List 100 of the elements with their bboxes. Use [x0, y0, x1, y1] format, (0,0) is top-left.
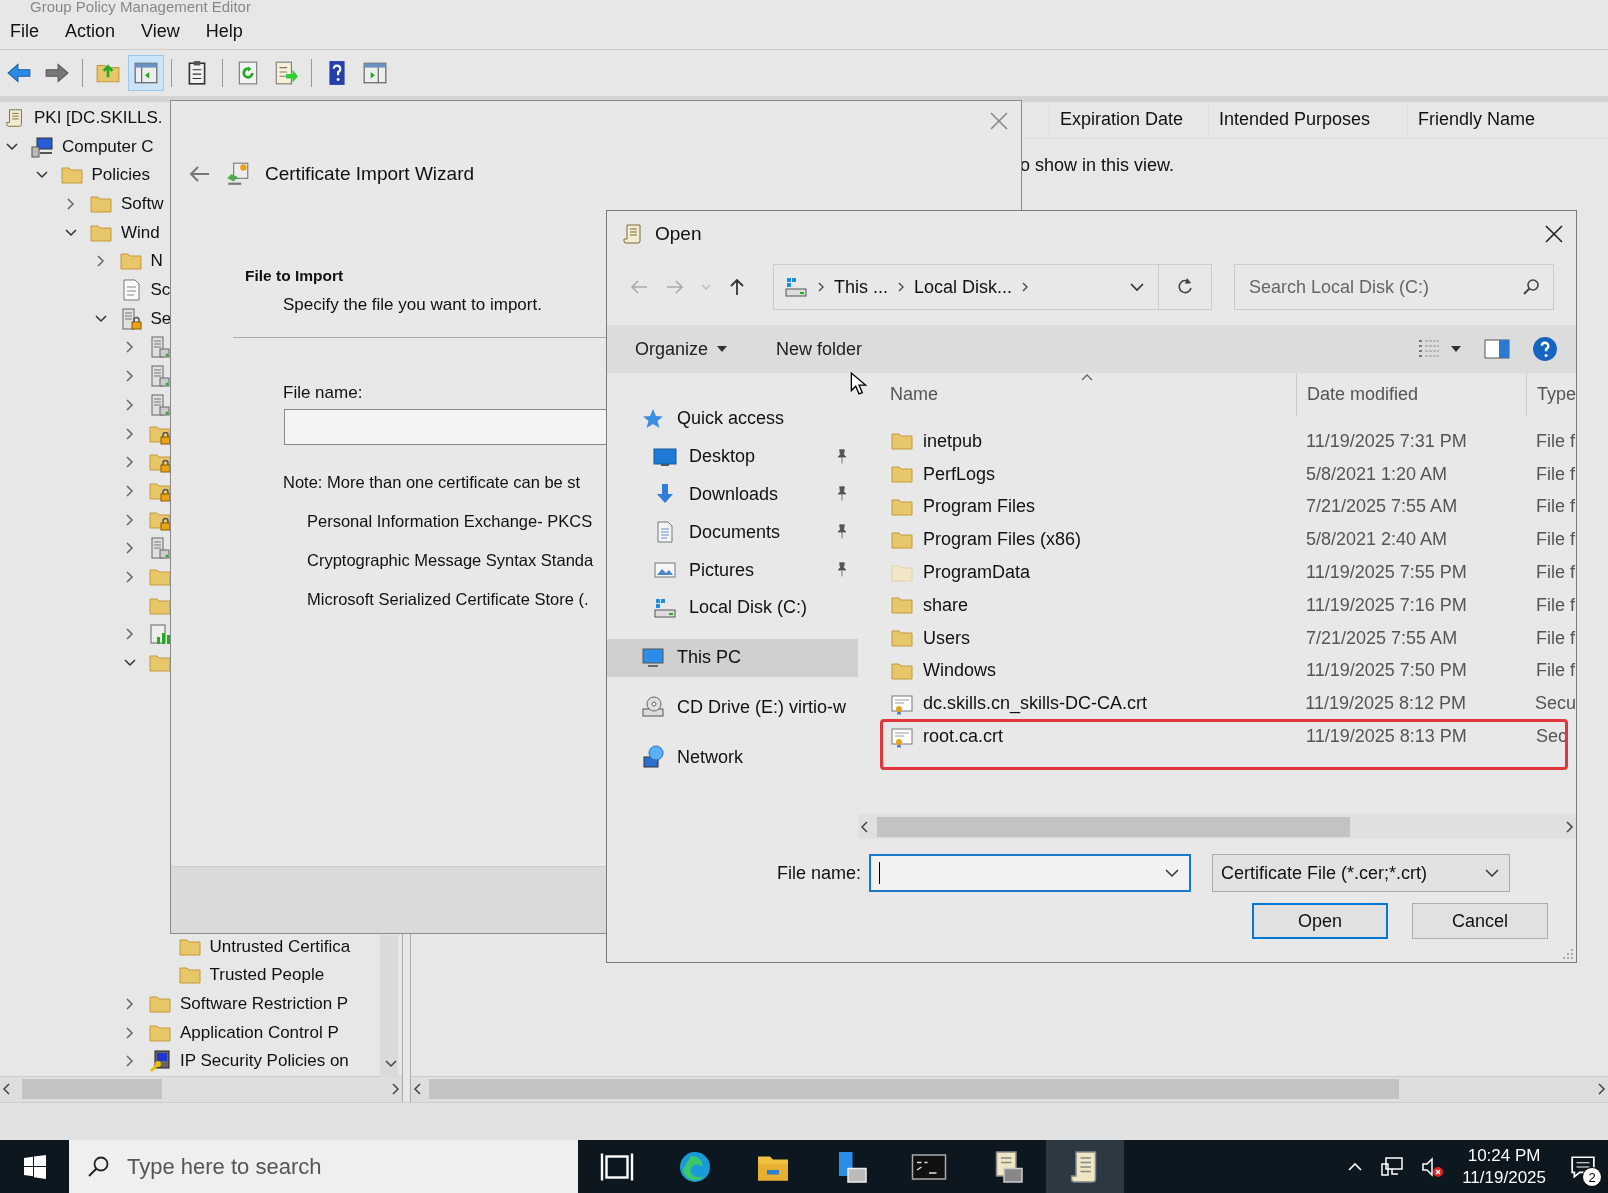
file-date: 11/19/2025 7:50 PM	[1305, 660, 1468, 682]
nav-item[interactable]: This PC	[607, 638, 858, 677]
cursor-icon	[850, 372, 868, 396]
close-icon[interactable]	[1544, 224, 1564, 244]
back-arrow-icon	[6, 60, 32, 86]
search-input[interactable]: Type here to search	[125, 1152, 529, 1181]
file-name[interactable]: dc.skills.cn_skills-DC-CA.crt	[923, 693, 1147, 715]
column-header[interactable]: Intended Purposes	[1208, 101, 1407, 138]
search-field[interactable]: Search Local Disk (C:)	[1234, 264, 1554, 310]
windows-logo-icon	[22, 1154, 47, 1179]
file-date: 11/19/2025 7:16 PM	[1305, 594, 1468, 616]
file-name-field[interactable]	[869, 854, 1191, 892]
file-name[interactable]: ProgramData	[923, 562, 1031, 584]
scrollbar[interactable]	[0, 1075, 402, 1102]
nav-item[interactable]: CD Drive (E:) virtio-w	[607, 688, 858, 727]
field-label: File name:	[283, 383, 363, 402]
file-name[interactable]: inetpub	[923, 430, 983, 452]
menu-item[interactable]: File	[6, 17, 51, 47]
drive-icon	[784, 275, 808, 299]
column-header[interactable]: Date modified	[1296, 373, 1526, 416]
clock-date[interactable]: 11/19/2025	[1462, 1166, 1546, 1189]
nav-item[interactable]: Documents	[607, 513, 858, 552]
tree-item[interactable]: Wind	[121, 222, 160, 243]
export-icon	[273, 60, 299, 86]
file-type: File f	[1535, 594, 1575, 616]
refresh-button[interactable]	[1159, 264, 1212, 310]
help-icon	[1532, 336, 1558, 362]
file-name[interactable]: Windows	[923, 660, 997, 682]
address-bar[interactable]: This ... Local Disk...	[773, 264, 1159, 310]
file-name[interactable]: share	[923, 594, 969, 616]
tree-item[interactable]: Se	[150, 308, 172, 329]
notification-icon	[1570, 1153, 1596, 1180]
scrollbar[interactable]	[380, 934, 398, 1077]
tree-item[interactable]: Trusted People	[209, 965, 325, 986]
column-header[interactable]: Name	[858, 373, 1296, 416]
new-folder-button[interactable]: New folder	[772, 334, 867, 364]
nav-item[interactable]: Local Disk (C:)	[607, 589, 858, 627]
open-button[interactable]: Open	[1252, 903, 1388, 939]
monitor-icon	[641, 645, 665, 670]
search-input[interactable]: Search Local Disk (C:)	[1247, 275, 1521, 299]
file-date: 11/19/2025 7:31 PM	[1305, 430, 1468, 452]
nav-item[interactable]: Desktop	[607, 437, 858, 476]
breadcrumb[interactable]: Local Disk...	[914, 276, 1013, 298]
column-header[interactable]: Expiration Date	[1049, 101, 1208, 138]
file-type-dropdown[interactable]: Certificate File (*.cer;*.crt)	[1212, 854, 1510, 892]
file-date: 11/19/2025 8:13 PM	[1305, 726, 1468, 748]
tree-item[interactable]: Policies	[91, 165, 151, 186]
search-field[interactable]: Type here to search	[69, 1140, 578, 1193]
file-type: Sec	[1535, 726, 1568, 748]
network-icon	[641, 745, 665, 770]
organize-menu[interactable]: Organize	[631, 334, 733, 364]
tree-item[interactable]: Untrusted Certifica	[209, 936, 351, 957]
file-type: File f	[1535, 463, 1575, 485]
tree-item[interactable]: Software Restriction P	[180, 993, 349, 1014]
file-type: File f	[1535, 562, 1575, 584]
search-icon	[1521, 277, 1541, 297]
menu-item[interactable]: View	[137, 17, 192, 47]
file-name[interactable]: Program Files (x86)	[923, 529, 1082, 551]
menu-item[interactable]: Help	[201, 17, 255, 47]
scrollbar[interactable]	[411, 1075, 1608, 1102]
cancel-button[interactable]: Cancel	[1412, 903, 1548, 939]
breadcrumb[interactable]: This ...	[834, 276, 888, 298]
details-view-icon	[1416, 338, 1442, 360]
dropdown-icon	[1450, 345, 1462, 353]
forward-arrow-icon	[44, 60, 70, 86]
tree-item[interactable]: Sc	[150, 280, 171, 301]
clock-time[interactable]: 10:24 PM	[1467, 1144, 1541, 1167]
nav-item[interactable]: Network	[607, 738, 858, 777]
file-date: 7/21/2025 7:55 AM	[1305, 496, 1459, 518]
file-name[interactable]: Users	[923, 627, 970, 649]
nav-item[interactable]: Pictures	[607, 551, 858, 589]
panel-icon	[362, 60, 388, 86]
field-label: File name:	[776, 862, 861, 883]
tree-item[interactable]: IP Security Policies on	[180, 1051, 349, 1072]
note-text: Note: More than one certificate can be st	[283, 473, 581, 491]
chevron-right-icon	[816, 281, 826, 293]
tree-item[interactable]: Softw	[121, 194, 164, 215]
taskbar-button[interactable]	[1046, 1140, 1124, 1193]
section-subheading: Specify the file you want to import.	[283, 295, 542, 314]
file-name[interactable]: root.ca.crt	[923, 726, 1004, 748]
file-name[interactable]: Program Files	[923, 496, 1036, 518]
scrollbar[interactable]	[858, 814, 1576, 839]
tree-item[interactable]: PKI [DC.SKILLS.	[34, 108, 163, 128]
network-icon	[1380, 1154, 1405, 1179]
dropdown-icon	[716, 345, 729, 353]
search-icon	[87, 1154, 111, 1179]
nav-item[interactable]: Downloads	[607, 475, 858, 514]
window-title: Group Policy Management Editor	[30, 0, 251, 14]
tree-item[interactable]: Application Control P	[180, 1022, 339, 1043]
panel-icon	[133, 60, 159, 86]
nav-item[interactable]: Quick access	[607, 400, 858, 438]
file-name[interactable]: PerfLogs	[923, 463, 996, 485]
column-header[interactable]: Type	[1525, 373, 1576, 416]
file-date: 11/19/2025 7:55 PM	[1305, 562, 1468, 584]
column-header[interactable]: Friendly Name	[1407, 101, 1608, 138]
menu-item[interactable]: Action	[61, 17, 128, 47]
tree-item[interactable]: Computer C	[62, 136, 154, 157]
format-item: Personal Information Exchange- PKCS	[307, 512, 593, 530]
certificate-wizard-icon	[225, 161, 251, 187]
tree-item[interactable]: N	[150, 251, 163, 272]
